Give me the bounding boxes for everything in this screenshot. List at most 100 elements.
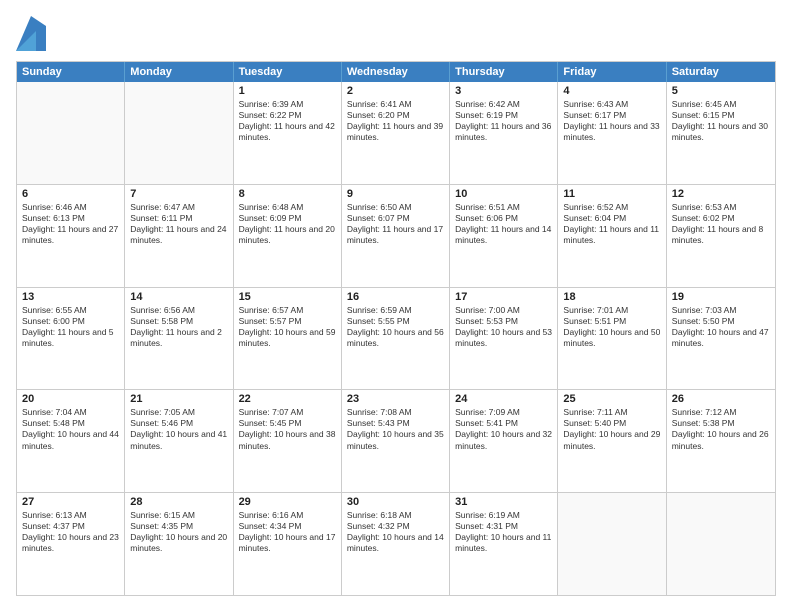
day-number: 17 — [455, 291, 552, 303]
cell-info: Sunrise: 7:08 AM Sunset: 5:43 PM Dayligh… — [347, 407, 444, 451]
calendar-cell: 29 Sunrise: 6:16 AM Sunset: 4:34 PM Dayli… — [234, 493, 342, 595]
calendar-row-2: 6 Sunrise: 6:46 AM Sunset: 6:13 PM Daylig… — [17, 184, 775, 287]
cell-info: Sunrise: 7:01 AM Sunset: 5:51 PM Dayligh… — [563, 305, 660, 349]
header — [16, 16, 776, 51]
cell-info: Sunrise: 6:15 AM Sunset: 4:35 PM Dayligh… — [130, 510, 227, 554]
header-day-friday: Friday — [558, 62, 666, 82]
day-number: 25 — [563, 393, 660, 405]
day-number: 3 — [455, 85, 552, 97]
day-number: 22 — [239, 393, 336, 405]
calendar-cell: 1 Sunrise: 6:39 AM Sunset: 6:22 PM Daylig… — [234, 82, 342, 184]
day-number: 5 — [672, 85, 770, 97]
calendar-cell: 10 Sunrise: 6:51 AM Sunset: 6:06 PM Dayli… — [450, 185, 558, 287]
day-number: 20 — [22, 393, 119, 405]
calendar-cell: 5 Sunrise: 6:45 AM Sunset: 6:15 PM Daylig… — [667, 82, 775, 184]
header-day-monday: Monday — [125, 62, 233, 82]
calendar-cell: 4 Sunrise: 6:43 AM Sunset: 6:17 PM Daylig… — [558, 82, 666, 184]
calendar-cell: 8 Sunrise: 6:48 AM Sunset: 6:09 PM Daylig… — [234, 185, 342, 287]
day-number: 4 — [563, 85, 660, 97]
calendar-row-4: 20 Sunrise: 7:04 AM Sunset: 5:48 PM Dayli… — [17, 389, 775, 492]
calendar-cell: 28 Sunrise: 6:15 AM Sunset: 4:35 PM Dayli… — [125, 493, 233, 595]
cell-info: Sunrise: 7:07 AM Sunset: 5:45 PM Dayligh… — [239, 407, 336, 451]
day-number: 10 — [455, 188, 552, 200]
cell-info: Sunrise: 6:57 AM Sunset: 5:57 PM Dayligh… — [239, 305, 336, 349]
calendar-cell — [17, 82, 125, 184]
day-number: 2 — [347, 85, 444, 97]
day-number: 18 — [563, 291, 660, 303]
day-number: 11 — [563, 188, 660, 200]
day-number: 6 — [22, 188, 119, 200]
calendar-body: 1 Sunrise: 6:39 AM Sunset: 6:22 PM Daylig… — [17, 82, 775, 595]
day-number: 19 — [672, 291, 770, 303]
cell-info: Sunrise: 6:19 AM Sunset: 4:31 PM Dayligh… — [455, 510, 552, 554]
cell-info: Sunrise: 6:18 AM Sunset: 4:32 PM Dayligh… — [347, 510, 444, 554]
day-number: 24 — [455, 393, 552, 405]
day-number: 12 — [672, 188, 770, 200]
cell-info: Sunrise: 6:46 AM Sunset: 6:13 PM Dayligh… — [22, 202, 119, 246]
cell-info: Sunrise: 7:05 AM Sunset: 5:46 PM Dayligh… — [130, 407, 227, 451]
cell-info: Sunrise: 6:59 AM Sunset: 5:55 PM Dayligh… — [347, 305, 444, 349]
cell-info: Sunrise: 6:45 AM Sunset: 6:15 PM Dayligh… — [672, 99, 770, 143]
day-number: 29 — [239, 496, 336, 508]
cell-info: Sunrise: 7:00 AM Sunset: 5:53 PM Dayligh… — [455, 305, 552, 349]
calendar-cell: 13Sunrise: 6:55 AM Sunset: 6:00 PM Dayli… — [17, 288, 125, 390]
day-number: 9 — [347, 188, 444, 200]
cell-info: Sunrise: 6:39 AM Sunset: 6:22 PM Dayligh… — [239, 99, 336, 143]
calendar-cell: 18 Sunrise: 7:01 AM Sunset: 5:51 PM Dayli… — [558, 288, 666, 390]
header-day-sunday: Sunday — [17, 62, 125, 82]
cell-info: Sunrise: 6:48 AM Sunset: 6:09 PM Dayligh… — [239, 202, 336, 246]
calendar-cell: 25Sunrise: 7:11 AM Sunset: 5:40 PM Dayli… — [558, 390, 666, 492]
day-number: 30 — [347, 496, 444, 508]
cell-info: Sunrise: 7:09 AM Sunset: 5:41 PM Dayligh… — [455, 407, 552, 451]
day-number: 13 — [22, 291, 119, 303]
day-number: 1 — [239, 85, 336, 97]
calendar-cell: 14Sunrise: 6:56 AM Sunset: 5:58 PM Dayli… — [125, 288, 233, 390]
cell-info: Sunrise: 6:52 AM Sunset: 6:04 PM Dayligh… — [563, 202, 660, 246]
cell-info: Sunrise: 6:16 AM Sunset: 4:34 PM Dayligh… — [239, 510, 336, 554]
calendar-header: SundayMondayTuesdayWednesdayThursdayFrid… — [17, 62, 775, 82]
calendar-cell: 20 Sunrise: 7:04 AM Sunset: 5:48 PM Dayli… — [17, 390, 125, 492]
calendar-cell: 7Sunrise: 6:47 AM Sunset: 6:11 PM Daylig… — [125, 185, 233, 287]
day-number: 27 — [22, 496, 119, 508]
calendar-cell: 30 Sunrise: 6:18 AM Sunset: 4:32 PM Dayli… — [342, 493, 450, 595]
logo — [16, 16, 50, 51]
calendar-cell: 26Sunrise: 7:12 AM Sunset: 5:38 PM Dayli… — [667, 390, 775, 492]
calendar-cell: 22 Sunrise: 7:07 AM Sunset: 5:45 PM Dayli… — [234, 390, 342, 492]
calendar-cell: 15 Sunrise: 6:57 AM Sunset: 5:57 PM Dayli… — [234, 288, 342, 390]
page: SundayMondayTuesdayWednesdayThursdayFrid… — [0, 0, 792, 612]
cell-info: Sunrise: 7:04 AM Sunset: 5:48 PM Dayligh… — [22, 407, 119, 451]
calendar-cell: 31Sunrise: 6:19 AM Sunset: 4:31 PM Dayli… — [450, 493, 558, 595]
day-number: 7 — [130, 188, 227, 200]
calendar-cell: 3Sunrise: 6:42 AM Sunset: 6:19 PM Daylig… — [450, 82, 558, 184]
cell-info: Sunrise: 6:51 AM Sunset: 6:06 PM Dayligh… — [455, 202, 552, 246]
cell-info: Sunrise: 6:50 AM Sunset: 6:07 PM Dayligh… — [347, 202, 444, 246]
calendar-row-1: 1 Sunrise: 6:39 AM Sunset: 6:22 PM Daylig… — [17, 82, 775, 184]
calendar-cell: 23 Sunrise: 7:08 AM Sunset: 5:43 PM Dayli… — [342, 390, 450, 492]
header-day-thursday: Thursday — [450, 62, 558, 82]
cell-info: Sunrise: 6:56 AM Sunset: 5:58 PM Dayligh… — [130, 305, 227, 349]
calendar-cell: 11 Sunrise: 6:52 AM Sunset: 6:04 PM Dayli… — [558, 185, 666, 287]
calendar-cell: 27Sunrise: 6:13 AM Sunset: 4:37 PM Dayli… — [17, 493, 125, 595]
calendar-cell: 16Sunrise: 6:59 AM Sunset: 5:55 PM Dayli… — [342, 288, 450, 390]
day-number: 8 — [239, 188, 336, 200]
day-number: 15 — [239, 291, 336, 303]
header-day-tuesday: Tuesday — [234, 62, 342, 82]
calendar-cell: 2 Sunrise: 6:41 AM Sunset: 6:20 PM Daylig… — [342, 82, 450, 184]
day-number: 21 — [130, 393, 227, 405]
header-day-wednesday: Wednesday — [342, 62, 450, 82]
cell-info: Sunrise: 6:53 AM Sunset: 6:02 PM Dayligh… — [672, 202, 770, 246]
day-number: 23 — [347, 393, 444, 405]
cell-info: Sunrise: 6:43 AM Sunset: 6:17 PM Dayligh… — [563, 99, 660, 143]
calendar-cell: 24 Sunrise: 7:09 AM Sunset: 5:41 PM Dayli… — [450, 390, 558, 492]
cell-info: Sunrise: 6:41 AM Sunset: 6:20 PM Dayligh… — [347, 99, 444, 143]
calendar: SundayMondayTuesdayWednesdayThursdayFrid… — [16, 61, 776, 596]
calendar-row-3: 13Sunrise: 6:55 AM Sunset: 6:00 PM Dayli… — [17, 287, 775, 390]
calendar-cell: 19Sunrise: 7:03 AM Sunset: 5:50 PM Dayli… — [667, 288, 775, 390]
day-number: 28 — [130, 496, 227, 508]
cell-info: Sunrise: 7:12 AM Sunset: 5:38 PM Dayligh… — [672, 407, 770, 451]
calendar-cell: 21 Sunrise: 7:05 AM Sunset: 5:46 PM Dayli… — [125, 390, 233, 492]
calendar-cell — [125, 82, 233, 184]
calendar-cell: 17 Sunrise: 7:00 AM Sunset: 5:53 PM Dayli… — [450, 288, 558, 390]
calendar-row-5: 27Sunrise: 6:13 AM Sunset: 4:37 PM Dayli… — [17, 492, 775, 595]
calendar-cell — [558, 493, 666, 595]
